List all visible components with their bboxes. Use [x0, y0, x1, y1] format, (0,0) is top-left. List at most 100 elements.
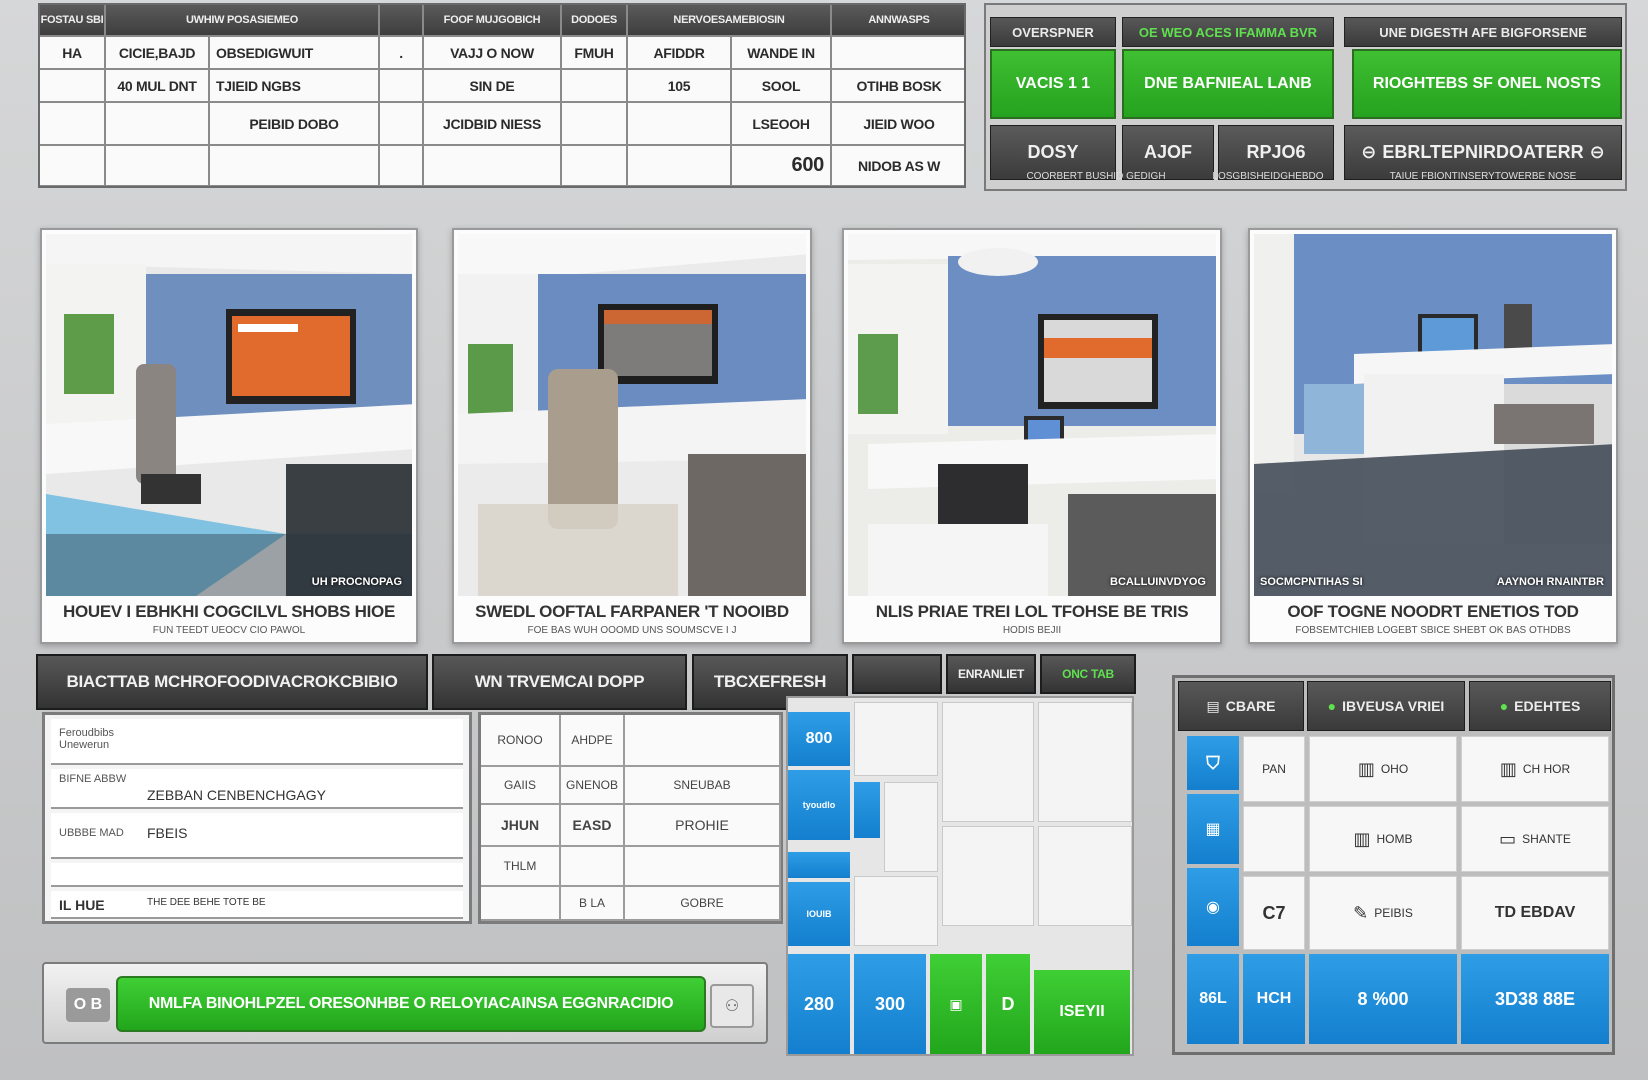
blue-tile[interactable]: [854, 782, 880, 838]
table-cell[interactable]: LSEOOH: [732, 103, 832, 146]
blue-tile[interactable]: [788, 852, 850, 878]
grid-cell[interactable]: [625, 847, 781, 887]
table-cell[interactable]: TJIEID NGBS: [210, 70, 380, 103]
dashboard-cell[interactable]: ▥ OHO: [1309, 736, 1457, 802]
green-action-button[interactable]: DNE BAFNIEAL LANB: [1122, 49, 1334, 119]
table-cell[interactable]: JIEID WOO: [832, 103, 964, 146]
grid-cell[interactable]: GAIIS: [481, 767, 561, 805]
dashboard-cell[interactable]: TD EBDAV: [1461, 876, 1609, 950]
thumbnail[interactable]: [854, 876, 938, 946]
dashboard-cell[interactable]: ✎ PEIBIS: [1309, 876, 1457, 950]
table-header[interactable]: ANNWASPS: [832, 5, 964, 37]
blue-tile[interactable]: 800: [788, 712, 850, 766]
grid-cell[interactable]: [625, 715, 781, 767]
table-cell[interactable]: .: [380, 37, 424, 70]
dashboard-header[interactable]: ▤ CBARE: [1178, 681, 1304, 731]
table-cell[interactable]: AFIDDR: [628, 37, 732, 70]
thumbnail[interactable]: [1038, 702, 1132, 822]
blue-tile[interactable]: tyoudlo: [788, 770, 850, 840]
green-action-button[interactable]: VACIS 1 1: [990, 49, 1116, 119]
table-cell[interactable]: [832, 37, 964, 70]
tab-secondary[interactable]: WN TRVEMCAI DOPP: [432, 654, 687, 710]
table-cell[interactable]: [380, 70, 424, 103]
tab-main[interactable]: BIACTTAB MCHROFOODIVACROKCBIBIO: [36, 654, 428, 710]
dashboard-cell[interactable]: [1243, 806, 1305, 872]
blue-tile[interactable]: 280: [788, 954, 850, 1054]
table-cell[interactable]: [562, 146, 628, 186]
dashboard-cell[interactable]: ▥ CH HOR: [1461, 736, 1609, 802]
form-row[interactable]: IL HUE THE DEE BEHE TOTE BE: [51, 891, 463, 919]
table-cell[interactable]: CICIE,BAJD: [106, 37, 210, 70]
grid-cell[interactable]: SNEUBAB: [625, 767, 781, 805]
office-card[interactable]: UH PROCNOPAG HOUEV I EBHKHI COGCILVL SHO…: [40, 228, 418, 644]
table-cell[interactable]: 600: [732, 146, 832, 186]
green-tile[interactable]: ▣: [930, 954, 982, 1054]
table-header[interactable]: DODOES: [562, 5, 628, 37]
table-cell[interactable]: WANDE IN: [732, 37, 832, 70]
table-cell[interactable]: [210, 146, 380, 186]
image-icon[interactable]: ▦: [1187, 794, 1239, 864]
shield-icon[interactable]: ⛉: [1187, 736, 1239, 790]
grid-cell[interactable]: EASD: [561, 805, 625, 847]
blue-tile[interactable]: 3D38 88E: [1461, 954, 1609, 1044]
dashboard-cell[interactable]: ▭ SHANTE: [1461, 806, 1609, 872]
table-cell[interactable]: [380, 146, 424, 186]
grid-cell[interactable]: RONOO: [481, 715, 561, 767]
green-tile[interactable]: ISEYII: [1034, 970, 1130, 1054]
grid-cell[interactable]: [561, 847, 625, 887]
table-cell[interactable]: SOOL: [732, 70, 832, 103]
tab-mini[interactable]: ENRANLIET: [946, 654, 1036, 694]
table-cell[interactable]: [562, 103, 628, 146]
grid-cell[interactable]: JHUN: [481, 805, 561, 847]
table-cell[interactable]: [628, 103, 732, 146]
table-header[interactable]: NERVOESAMEBIOSIN: [628, 5, 832, 37]
thumbnail[interactable]: [884, 782, 938, 872]
table-header[interactable]: UWHIW POSASIEMEO: [106, 5, 380, 37]
table-cell[interactable]: [424, 146, 562, 186]
thumbnail[interactable]: [1038, 826, 1132, 926]
table-cell[interactable]: FMUH: [562, 37, 628, 70]
tab-mini[interactable]: [852, 654, 942, 694]
table-cell[interactable]: [562, 70, 628, 103]
people-icon[interactable]: ⚇: [710, 984, 754, 1028]
grid-cell[interactable]: B LA: [561, 887, 625, 921]
dashboard-header[interactable]: ● EDEHTES: [1469, 681, 1611, 731]
grid-cell[interactable]: GNENOB: [561, 767, 625, 805]
form-row[interactable]: Feroudbibs Unewerun: [51, 719, 463, 765]
thumbnail[interactable]: [942, 702, 1034, 822]
table-cell[interactable]: OBSEDIGWUIT: [210, 37, 380, 70]
table-header[interactable]: FOOF MUJGOBICH: [424, 5, 562, 37]
blue-tile[interactable]: 86L: [1187, 954, 1239, 1044]
blue-tile[interactable]: HCH: [1243, 954, 1305, 1044]
table-header[interactable]: FOSTAU SBI: [40, 5, 106, 37]
table-cell[interactable]: OTIHB BOSK: [832, 70, 964, 103]
table-cell[interactable]: VAJJ O NOW: [424, 37, 562, 70]
table-cell[interactable]: HA: [40, 37, 106, 70]
dashboard-header[interactable]: ● IBVEUSA VRIEI: [1307, 681, 1465, 731]
table-cell[interactable]: JCIDBID NIESS: [424, 103, 562, 146]
table-cell[interactable]: NIDOB AS W: [832, 146, 964, 186]
office-card[interactable]: SWEDL OOFTAL FARPANER 'T NOOIBD FOE BAS …: [452, 228, 812, 644]
tab-mini[interactable]: ONC TAB: [1040, 654, 1136, 694]
grid-cell[interactable]: PROHIE: [625, 805, 781, 847]
form-row[interactable]: UBBBE MAD FBEIS: [51, 813, 463, 859]
table-cell[interactable]: PEIBID DOBO: [210, 103, 380, 146]
thumbnail[interactable]: [854, 702, 938, 776]
form-row[interactable]: [51, 863, 463, 887]
table-cell[interactable]: 105: [628, 70, 732, 103]
grid-cell[interactable]: THLM: [481, 847, 561, 887]
table-cell[interactable]: [40, 103, 106, 146]
blue-tile[interactable]: 300: [854, 954, 926, 1054]
table-cell[interactable]: [40, 70, 106, 103]
grid-cell[interactable]: GOBRE: [625, 887, 781, 921]
table-cell[interactable]: [40, 146, 106, 186]
dashboard-cell[interactable]: C7: [1243, 876, 1305, 950]
blue-tile[interactable]: 8 %00: [1309, 954, 1457, 1044]
dashboard-cell[interactable]: PAN: [1243, 736, 1305, 802]
table-cell[interactable]: [380, 103, 424, 146]
table-cell[interactable]: [106, 146, 210, 186]
primary-action-button[interactable]: NMLFA BINOHLPZEL ORESONHBE O RELOYIACAIN…: [116, 976, 706, 1032]
thumbnail[interactable]: [942, 826, 1034, 926]
form-row[interactable]: BIFNE ABBW ZEBBAN CENBENCHGAGY: [51, 769, 463, 809]
table-cell[interactable]: SIN DE: [424, 70, 562, 103]
